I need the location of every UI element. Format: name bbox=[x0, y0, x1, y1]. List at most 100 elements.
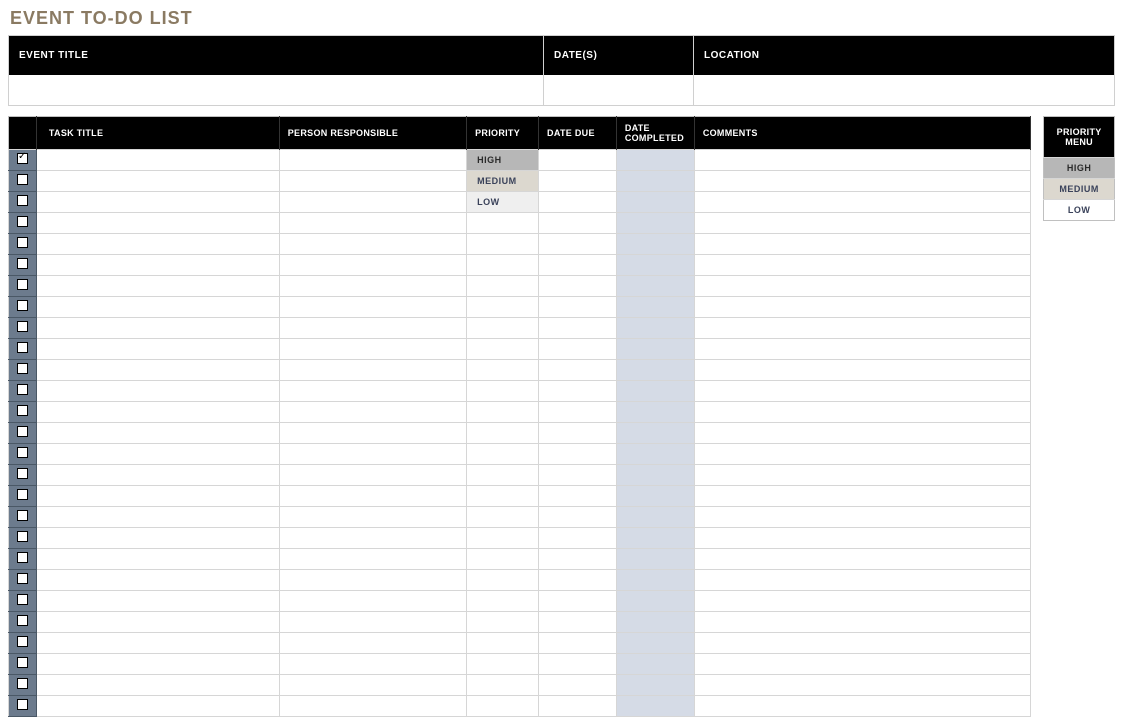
task-comments-cell[interactable] bbox=[694, 402, 1030, 423]
task-date-due-cell[interactable] bbox=[539, 444, 617, 465]
task-comments-cell[interactable] bbox=[694, 444, 1030, 465]
task-person-cell[interactable] bbox=[279, 213, 466, 234]
task-date-completed-cell[interactable] bbox=[616, 570, 694, 591]
task-date-completed-cell[interactable] bbox=[616, 255, 694, 276]
task-date-due-cell[interactable] bbox=[539, 549, 617, 570]
task-checkbox[interactable] bbox=[17, 195, 28, 206]
task-date-completed-cell[interactable] bbox=[616, 444, 694, 465]
task-date-completed-cell[interactable] bbox=[616, 528, 694, 549]
task-date-completed-cell[interactable] bbox=[616, 150, 694, 171]
task-person-cell[interactable] bbox=[279, 444, 466, 465]
task-priority-cell[interactable] bbox=[467, 276, 539, 297]
task-priority-cell[interactable] bbox=[467, 339, 539, 360]
task-person-cell[interactable] bbox=[279, 591, 466, 612]
task-title-cell[interactable] bbox=[36, 612, 279, 633]
task-check-cell[interactable] bbox=[9, 297, 37, 318]
task-comments-cell[interactable] bbox=[694, 360, 1030, 381]
task-comments-cell[interactable] bbox=[694, 276, 1030, 297]
event-location-input[interactable] bbox=[694, 75, 1114, 105]
task-date-completed-cell[interactable] bbox=[616, 339, 694, 360]
task-title-cell[interactable] bbox=[36, 318, 279, 339]
priority-menu-medium[interactable]: MEDIUM bbox=[1044, 179, 1115, 200]
task-check-cell[interactable] bbox=[9, 549, 37, 570]
task-title-cell[interactable] bbox=[36, 465, 279, 486]
task-comments-cell[interactable] bbox=[694, 675, 1030, 696]
task-checkbox[interactable] bbox=[17, 699, 28, 710]
task-check-cell[interactable] bbox=[9, 402, 37, 423]
task-person-cell[interactable] bbox=[279, 465, 466, 486]
task-date-due-cell[interactable] bbox=[539, 360, 617, 381]
task-date-completed-cell[interactable] bbox=[616, 297, 694, 318]
task-checkbox[interactable] bbox=[17, 468, 28, 479]
task-date-completed-cell[interactable] bbox=[616, 486, 694, 507]
task-title-cell[interactable] bbox=[36, 360, 279, 381]
task-title-cell[interactable] bbox=[36, 192, 279, 213]
task-check-cell[interactable] bbox=[9, 633, 37, 654]
task-person-cell[interactable] bbox=[279, 654, 466, 675]
task-comments-cell[interactable] bbox=[694, 213, 1030, 234]
task-check-cell[interactable] bbox=[9, 318, 37, 339]
task-checkbox[interactable] bbox=[17, 342, 28, 353]
task-title-cell[interactable] bbox=[36, 276, 279, 297]
task-date-due-cell[interactable] bbox=[539, 633, 617, 654]
task-date-completed-cell[interactable] bbox=[616, 465, 694, 486]
task-title-cell[interactable] bbox=[36, 381, 279, 402]
task-priority-cell[interactable]: HIGH bbox=[467, 150, 539, 171]
task-check-cell[interactable] bbox=[9, 570, 37, 591]
task-title-cell[interactable] bbox=[36, 675, 279, 696]
task-date-due-cell[interactable] bbox=[539, 381, 617, 402]
task-date-due-cell[interactable] bbox=[539, 486, 617, 507]
task-check-cell[interactable] bbox=[9, 276, 37, 297]
task-date-due-cell[interactable] bbox=[539, 654, 617, 675]
task-checkbox[interactable] bbox=[17, 447, 28, 458]
task-person-cell[interactable] bbox=[279, 192, 466, 213]
task-title-cell[interactable] bbox=[36, 171, 279, 192]
task-person-cell[interactable] bbox=[279, 570, 466, 591]
task-date-completed-cell[interactable] bbox=[616, 423, 694, 444]
task-title-cell[interactable] bbox=[36, 486, 279, 507]
task-person-cell[interactable] bbox=[279, 234, 466, 255]
task-comments-cell[interactable] bbox=[694, 318, 1030, 339]
task-date-due-cell[interactable] bbox=[539, 318, 617, 339]
task-comments-cell[interactable] bbox=[694, 507, 1030, 528]
task-title-cell[interactable] bbox=[36, 507, 279, 528]
task-date-completed-cell[interactable] bbox=[616, 171, 694, 192]
event-title-input[interactable] bbox=[9, 75, 543, 105]
task-title-cell[interactable] bbox=[36, 423, 279, 444]
task-person-cell[interactable] bbox=[279, 402, 466, 423]
task-title-cell[interactable] bbox=[36, 654, 279, 675]
task-check-cell[interactable] bbox=[9, 150, 37, 171]
task-comments-cell[interactable] bbox=[694, 654, 1030, 675]
task-person-cell[interactable] bbox=[279, 633, 466, 654]
task-date-completed-cell[interactable] bbox=[616, 612, 694, 633]
task-priority-cell[interactable] bbox=[467, 675, 539, 696]
task-date-completed-cell[interactable] bbox=[616, 696, 694, 717]
task-priority-cell[interactable] bbox=[467, 402, 539, 423]
event-dates-input[interactable] bbox=[544, 75, 693, 105]
task-priority-cell[interactable] bbox=[467, 465, 539, 486]
task-priority-cell[interactable] bbox=[467, 486, 539, 507]
task-checkbox[interactable] bbox=[17, 615, 28, 626]
task-comments-cell[interactable] bbox=[694, 591, 1030, 612]
task-date-due-cell[interactable] bbox=[539, 276, 617, 297]
task-priority-cell[interactable]: LOW bbox=[467, 192, 539, 213]
task-title-cell[interactable] bbox=[36, 570, 279, 591]
task-check-cell[interactable] bbox=[9, 255, 37, 276]
task-priority-cell[interactable] bbox=[467, 234, 539, 255]
task-priority-cell[interactable]: MEDIUM bbox=[467, 171, 539, 192]
priority-menu-high[interactable]: HIGH bbox=[1044, 158, 1115, 179]
task-person-cell[interactable] bbox=[279, 696, 466, 717]
task-date-completed-cell[interactable] bbox=[616, 654, 694, 675]
task-check-cell[interactable] bbox=[9, 192, 37, 213]
task-date-due-cell[interactable] bbox=[539, 612, 617, 633]
task-comments-cell[interactable] bbox=[694, 171, 1030, 192]
task-person-cell[interactable] bbox=[279, 423, 466, 444]
task-title-cell[interactable] bbox=[36, 402, 279, 423]
task-title-cell[interactable] bbox=[36, 255, 279, 276]
task-checkbox[interactable] bbox=[17, 573, 28, 584]
task-checkbox[interactable] bbox=[17, 258, 28, 269]
task-checkbox[interactable] bbox=[17, 279, 28, 290]
task-priority-cell[interactable] bbox=[467, 570, 539, 591]
task-comments-cell[interactable] bbox=[694, 234, 1030, 255]
task-comments-cell[interactable] bbox=[694, 486, 1030, 507]
